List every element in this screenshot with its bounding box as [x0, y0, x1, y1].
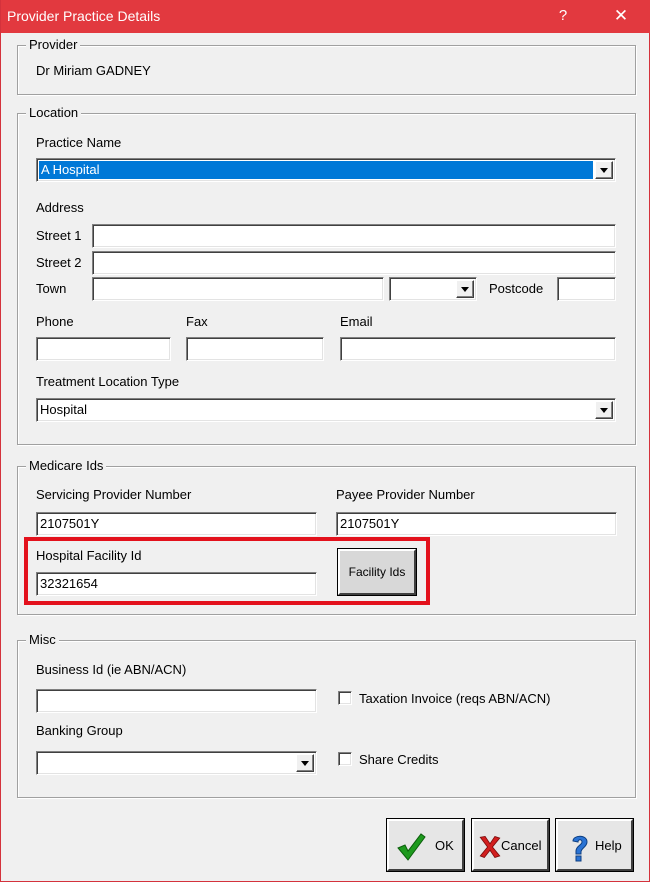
medicare-legend: Medicare Ids — [26, 459, 107, 473]
street1-input[interactable] — [92, 224, 616, 248]
share-credits-label: Share Credits — [359, 752, 439, 767]
window-title: Provider Practice Details — [7, 8, 161, 24]
provider-legend: Provider — [26, 38, 81, 52]
email-label: Email — [340, 314, 373, 329]
street2-input[interactable] — [92, 251, 616, 275]
close-button[interactable]: ✕ — [601, 4, 641, 28]
cancel-button[interactable]: Cancel — [471, 818, 550, 872]
help-button[interactable]: Help — [555, 818, 634, 872]
location-group: Location Practice Name A Hospital Addres… — [17, 106, 636, 445]
cancel-label: Cancel — [501, 838, 542, 853]
town-input[interactable] — [92, 277, 384, 301]
payee-provider-label: Payee Provider Number — [336, 487, 475, 502]
help-title-button[interactable]: ? — [543, 4, 583, 28]
treatment-type-label: Treatment Location Type — [36, 374, 180, 389]
share-credits-checkbox[interactable] — [338, 752, 352, 766]
chevron-down-icon[interactable] — [296, 754, 314, 772]
postcode-label: Postcode — [489, 281, 544, 296]
state-select[interactable] — [389, 277, 477, 301]
chevron-down-icon[interactable] — [595, 161, 613, 179]
banking-group-label: Banking Group — [36, 723, 123, 738]
address-label: Address — [36, 200, 84, 215]
ok-label: OK — [435, 838, 454, 853]
practice-name-label: Practice Name — [36, 135, 122, 150]
business-id-input[interactable] — [36, 689, 317, 713]
servicing-provider-input[interactable]: 2107501Y — [36, 512, 317, 536]
chevron-down-icon[interactable] — [595, 401, 613, 419]
banking-group-select[interactable] — [36, 751, 317, 775]
town-label: Town — [36, 281, 67, 296]
practice-name-select[interactable]: A Hospital — [36, 158, 616, 182]
help-label: Help — [595, 838, 622, 853]
fax-input[interactable] — [186, 337, 324, 361]
treatment-type-select[interactable]: Hospital — [36, 398, 616, 422]
location-legend: Location — [26, 106, 82, 120]
phone-label: Phone — [36, 314, 74, 329]
title-bar: Provider Practice Details ? ✕ — [1, 0, 650, 33]
checkmark-icon — [397, 833, 426, 861]
treatment-type-value: Hospital — [40, 402, 87, 417]
email-input[interactable] — [340, 337, 616, 361]
postcode-input[interactable] — [557, 277, 616, 301]
fax-label: Fax — [186, 314, 208, 329]
payee-provider-input[interactable]: 2107501Y — [336, 512, 617, 536]
business-id-label: Business Id (ie ABN/ACN) — [36, 662, 187, 677]
chevron-down-icon[interactable] — [456, 280, 474, 298]
taxation-invoice-label: Taxation Invoice (reqs ABN/ACN) — [359, 691, 551, 706]
provider-name: Dr Miriam GADNEY — [36, 63, 151, 78]
taxation-invoice-checkbox[interactable] — [338, 691, 352, 705]
question-mark-icon — [572, 835, 588, 862]
red-x-icon — [479, 835, 501, 859]
street1-label: Street 1 — [36, 228, 82, 243]
practice-name-value: A Hospital — [39, 161, 593, 179]
servicing-provider-label: Servicing Provider Number — [36, 487, 192, 502]
phone-input[interactable] — [36, 337, 171, 361]
provider-practice-dialog: Provider Practice Details ? ✕ Provider D… — [0, 0, 650, 882]
ok-button[interactable]: OK — [386, 818, 465, 872]
misc-group: Misc Business Id (ie ABN/ACN) Taxation I… — [17, 633, 636, 798]
misc-legend: Misc — [26, 633, 59, 647]
highlight-box — [24, 537, 430, 605]
street2-label: Street 2 — [36, 255, 82, 270]
provider-group: Provider Dr Miriam GADNEY — [17, 38, 636, 95]
